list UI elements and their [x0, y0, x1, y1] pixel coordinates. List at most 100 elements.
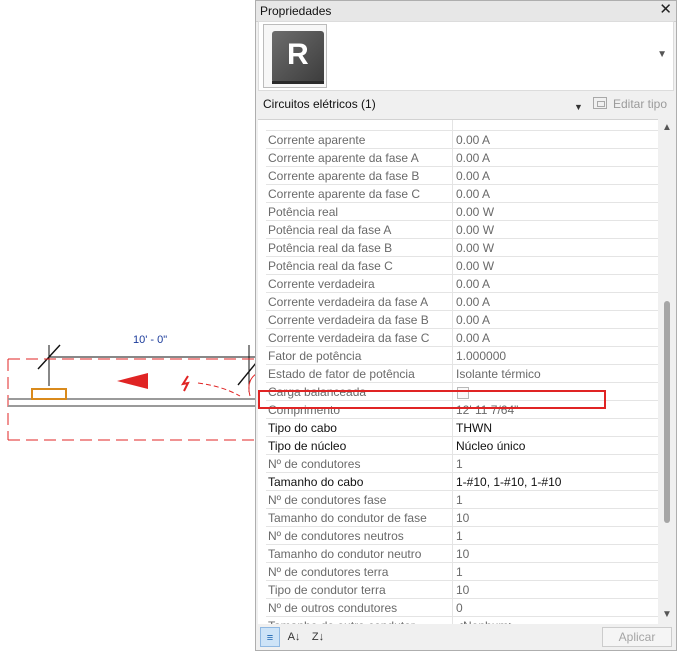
property-value[interactable]: 10: [452, 544, 658, 563]
property-label: Potência real: [266, 202, 453, 221]
property-value[interactable]: 1: [452, 562, 658, 581]
property-row[interactable]: Corrente aparente da fase A 0.00 A: [258, 148, 658, 167]
property-row[interactable]: Tipo do cabo THWN: [258, 418, 658, 437]
close-button[interactable]: ✕: [659, 2, 672, 18]
element-filter-dropdown[interactable]: Circuitos elétricos (1) ▼: [260, 94, 586, 114]
property-value[interactable]: 0.00 A: [452, 310, 658, 329]
property-value[interactable]: Núcleo único: [452, 436, 658, 455]
type-thumbnail: R: [263, 24, 327, 88]
row-gutter: [258, 130, 266, 149]
property-value[interactable]: <Nenhum>: [452, 616, 658, 624]
sort-az-icon: A↓: [287, 631, 301, 643]
property-value[interactable]: 0.00 A: [452, 328, 658, 347]
property-row[interactable]: Potência real da fase B 0.00 W: [258, 238, 658, 257]
property-row[interactable]: Potência real 0.00 W: [258, 202, 658, 221]
property-row[interactable]: Corrente aparente da fase C 0.00 A: [258, 184, 658, 203]
property-row[interactable]: Nº de condutores 1: [258, 454, 658, 473]
property-label: Nº de condutores fase: [266, 490, 453, 509]
property-row[interactable]: Potência real da fase A 0.00 W: [258, 220, 658, 239]
row-gutter: [258, 238, 266, 257]
property-value[interactable]: 0.00 A: [452, 274, 658, 293]
scroll-down-icon[interactable]: ▼: [662, 609, 672, 620]
row-gutter: [258, 184, 266, 203]
property-row[interactable]: Corrente aparente da fase B 0.00 A: [258, 166, 658, 185]
edit-type-label: Editar tipo: [613, 97, 668, 111]
row-gutter: [258, 526, 266, 545]
property-row[interactable]: Tamanho do condutor de fase 10: [258, 508, 658, 527]
properties-table: Corrente aparente 0.00 A Corrente aparente…: [258, 120, 658, 624]
property-row[interactable]: Tipo de núcleo Núcleo único: [258, 436, 658, 455]
property-value[interactable]: 1: [452, 454, 658, 473]
revit-logo-letter: R: [287, 38, 309, 71]
chevron-down-icon[interactable]: ▼: [574, 97, 583, 117]
property-label: Tipo do cabo: [266, 418, 453, 437]
property-row[interactable]: Tamanho do cabo 1-#10, 1-#10, 1-#10: [258, 472, 658, 491]
property-value[interactable]: 0.00 A: [452, 184, 658, 203]
property-row[interactable]: Corrente verdadeira da fase C 0.00 A: [258, 328, 658, 347]
property-row[interactable]: Corrente aparente 0.00 A: [258, 130, 658, 149]
property-value[interactable]: 1-#10, 1-#10, 1-#10: [452, 472, 658, 491]
properties-scrollbar[interactable]: ▲ ▼: [659, 119, 675, 623]
chevron-down-icon[interactable]: ▼: [657, 49, 667, 60]
property-value[interactable]: 0.00 A: [452, 130, 658, 149]
electrical-device[interactable]: [31, 388, 67, 400]
scroll-thumb[interactable]: [664, 301, 670, 523]
sort-descending-button[interactable]: Z↓: [308, 627, 328, 647]
row-gutter: [258, 310, 266, 329]
property-label: Tamanho do outro condutor: [266, 616, 453, 624]
property-value[interactable]: 0.00 A: [452, 148, 658, 167]
property-value[interactable]: 1: [452, 526, 658, 545]
property-row[interactable]: Corrente verdadeira da fase B 0.00 A: [258, 310, 658, 329]
property-row[interactable]: Nº de outros condutores 0: [258, 598, 658, 617]
type-selector[interactable]: R ▼: [258, 21, 674, 91]
property-label: Tamanho do condutor neutro: [266, 544, 453, 563]
property-label: Corrente verdadeira da fase B: [266, 310, 453, 329]
palette-title-bar[interactable]: Propriedades ✕: [256, 1, 676, 22]
property-row[interactable]: Potência real da fase C 0.00 W: [258, 256, 658, 275]
property-value[interactable]: 0.00 W: [452, 202, 658, 221]
property-row[interactable]: Tipo de condutor terra 10: [258, 580, 658, 599]
sort-ascending-button[interactable]: A↓: [284, 627, 304, 647]
property-value[interactable]: 1: [452, 490, 658, 509]
property-label: Fator de potência: [266, 346, 453, 365]
close-icon[interactable]: ✕: [659, 1, 672, 18]
property-value[interactable]: 0.00 W: [452, 256, 658, 275]
dimension-text[interactable]: 10' - 0": [133, 334, 167, 346]
property-value[interactable]: 10: [452, 508, 658, 527]
property-value[interactable]: 0.00 A: [452, 166, 658, 185]
properties-palette: Propriedades ✕ R ▼ Circuitos elétricos (…: [255, 0, 677, 651]
property-value[interactable]: 1.000000: [452, 346, 658, 365]
circuit-arrow-icon[interactable]: [117, 373, 148, 389]
property-label: Corrente aparente da fase A: [266, 148, 453, 167]
dimension-tick-right: [237, 362, 256, 386]
property-value[interactable]: 0.00 A: [452, 292, 658, 311]
circuit-wire-curve[interactable]: [197, 382, 241, 397]
categorized-sort-button[interactable]: ≡: [260, 627, 280, 647]
property-row[interactable]: Nº de condutores terra 1: [258, 562, 658, 581]
drawing-canvas[interactable]: [0, 0, 256, 652]
row-gutter: [258, 148, 266, 167]
edit-type-button[interactable]: Editar tipo: [589, 94, 673, 114]
properties-grid[interactable]: Corrente aparente 0.00 A Corrente aparente…: [258, 119, 658, 624]
property-row[interactable]: Nº de condutores fase 1: [258, 490, 658, 509]
property-row[interactable]: Corrente verdadeira 0.00 A: [258, 274, 658, 293]
property-label: Potência real da fase C: [266, 256, 453, 275]
property-row[interactable]: Fator de potência 1.000000: [258, 346, 658, 365]
property-row[interactable]: Nº de condutores neutros 1: [258, 526, 658, 545]
categorized-list-icon: ≡: [266, 632, 274, 644]
property-value[interactable]: Isolante térmico: [452, 364, 658, 383]
property-row[interactable]: Tamanho do outro condutor<Nenhum>: [258, 616, 658, 624]
property-value[interactable]: 0: [452, 598, 658, 617]
revit-logo-icon: R: [272, 31, 324, 83]
apply-button[interactable]: Aplicar: [602, 627, 672, 647]
property-value[interactable]: 10: [452, 580, 658, 599]
scroll-up-icon[interactable]: ▲: [662, 122, 672, 133]
property-value[interactable]: 0.00 W: [452, 238, 658, 257]
property-row[interactable]: Estado de fator de potência Isolante térm…: [258, 364, 658, 383]
row-gutter: [258, 166, 266, 185]
property-value[interactable]: 0.00 W: [452, 220, 658, 239]
property-row[interactable]: Tamanho do condutor neutro 10: [258, 544, 658, 563]
property-row[interactable]: Corrente verdadeira da fase A 0.00 A: [258, 292, 658, 311]
property-label: Tipo de condutor terra: [266, 580, 453, 599]
property-value[interactable]: THWN: [452, 418, 658, 437]
